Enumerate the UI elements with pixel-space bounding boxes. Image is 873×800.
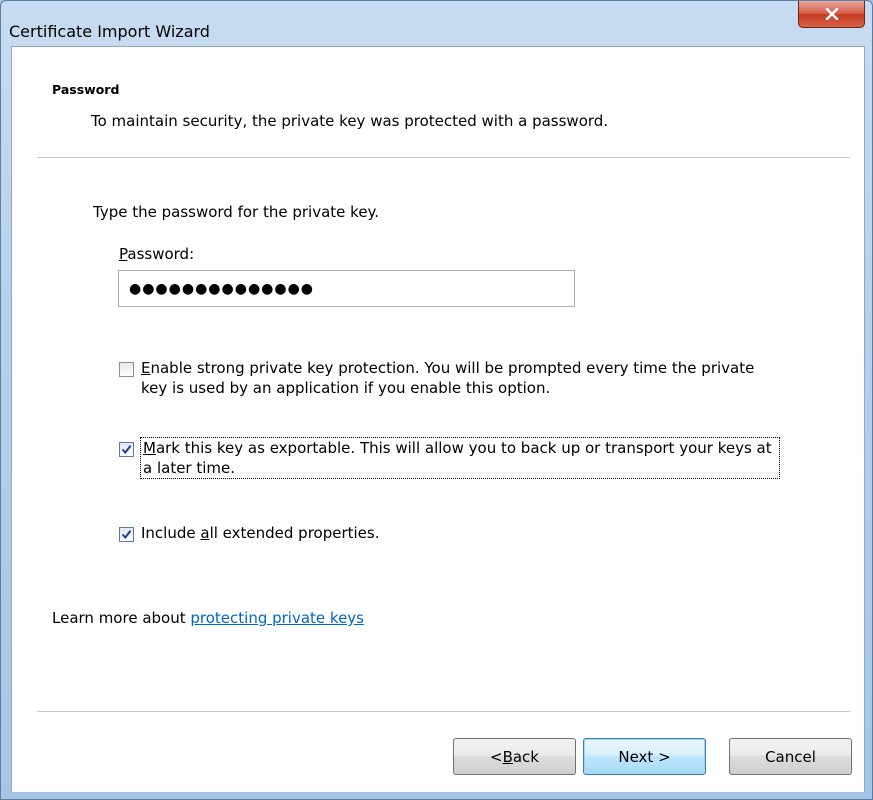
cancel-button[interactable]: Cancel (729, 738, 852, 775)
page-description: To maintain security, the private key wa… (91, 112, 609, 130)
password-value: ●●●●●●●●●●●●●● (129, 280, 315, 297)
header-divider (37, 157, 850, 158)
strong-protection-text: nable strong private key protection. You… (141, 359, 755, 397)
footer-divider (37, 711, 850, 712)
exportable-checkbox[interactable] (119, 442, 134, 457)
password-label-text: assword: (127, 245, 195, 263)
back-button[interactable]: < Back (453, 738, 576, 775)
protecting-private-keys-link[interactable]: protecting private keys (190, 609, 364, 627)
learn-more: Learn more about protecting private keys (52, 609, 364, 627)
checkmark-icon (121, 530, 132, 540)
window-title: Certificate Import Wizard (9, 22, 210, 41)
password-label: Password: (119, 245, 194, 263)
extended-properties-label: Include all extended properties. (141, 523, 380, 543)
extended-properties-pre: Include (141, 524, 201, 542)
instruction-text: Type the password for the private key. (93, 203, 380, 221)
password-input[interactable]: ●●●●●●●●●●●●●● (118, 270, 575, 307)
exportable-accel: M (143, 439, 156, 457)
strong-protection-label: Enable strong private key protection. Yo… (141, 358, 779, 398)
exportable-label: Mark this key as exportable. This will a… (140, 437, 780, 479)
exportable-option[interactable]: Mark this key as exportable. This will a… (119, 437, 780, 479)
strong-protection-checkbox[interactable] (119, 362, 134, 377)
learn-more-prefix: Learn more about (52, 609, 191, 627)
back-button-pre: < (489, 747, 503, 766)
next-button[interactable]: Next > (583, 738, 706, 775)
extended-properties-accel: a (200, 524, 210, 542)
back-button-rest: ack (512, 747, 539, 766)
checkmark-icon (121, 445, 132, 455)
extended-properties-checkbox[interactable] (119, 527, 134, 542)
extended-properties-option[interactable]: Include all extended properties. (119, 523, 519, 543)
page-title: Password (52, 82, 120, 97)
close-icon (825, 8, 838, 20)
back-button-accel: B (502, 747, 513, 766)
strong-protection-option[interactable]: Enable strong private key protection. Yo… (119, 358, 779, 398)
extended-properties-text: ll extended properties. (209, 524, 380, 542)
close-button[interactable] (798, 1, 865, 28)
exportable-text: ark this key as exportable. This will al… (143, 439, 772, 477)
